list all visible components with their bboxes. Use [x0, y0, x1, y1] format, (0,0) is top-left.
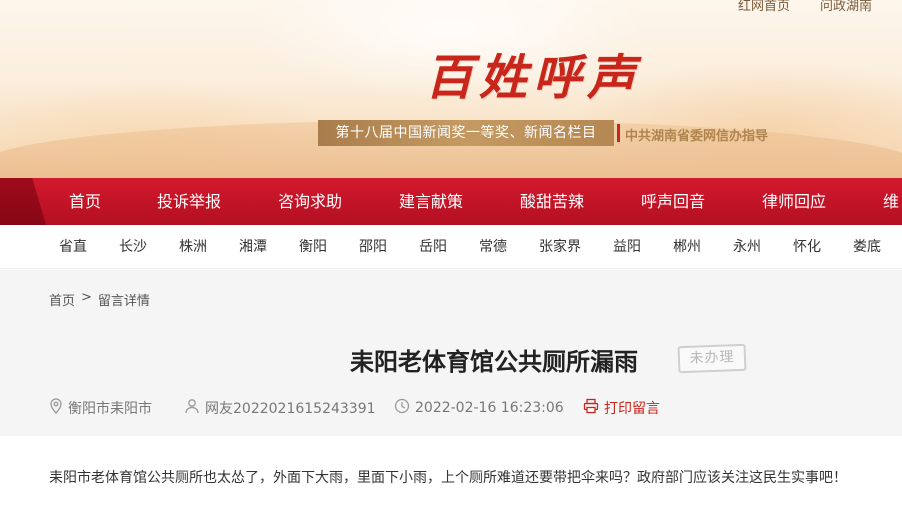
header-banner: 红网首页 问政湖南 百姓呼声 第十八届中国新闻奖一等奖、新闻名栏目 中共湖南省委… — [0, 0, 902, 178]
location-pin-icon — [49, 398, 63, 418]
region-item[interactable]: 岳阳 — [419, 225, 447, 269]
award-divider — [617, 124, 620, 142]
user-icon — [184, 398, 200, 418]
region-item[interactable]: 张家界 — [539, 225, 581, 269]
print-button[interactable]: 打印留言 — [583, 398, 660, 418]
print-label: 打印留言 — [604, 401, 660, 417]
nav-item-lawyer[interactable]: 律师回应 — [762, 178, 826, 225]
breadcrumb-separator: > — [81, 290, 92, 305]
nav-item-home[interactable]: 首页 — [69, 178, 101, 225]
region-item[interactable]: 永州 — [733, 225, 761, 269]
award-ribbon: 第十八届中国新闻奖一等奖、新闻名栏目 — [318, 120, 614, 146]
post-time: 2022-02-16 16:23:06 — [394, 398, 564, 418]
region-item[interactable]: 株洲 — [179, 225, 207, 269]
region-item[interactable]: 怀化 — [793, 225, 821, 269]
nav-item-life[interactable]: 酸甜苦辣 — [520, 178, 584, 225]
region-item[interactable]: 常德 — [479, 225, 507, 269]
location-text: 衡阳市耒阳市 — [68, 401, 152, 417]
top-link-home[interactable]: 红网首页 — [738, 0, 790, 14]
award-guidance-note: 中共湖南省委网信办指导 — [625, 129, 769, 144]
region-item[interactable]: 省直 — [59, 225, 87, 269]
post-author: 网友2022021615243391 — [184, 398, 376, 418]
nav-item-suggestion[interactable]: 建言献策 — [399, 178, 463, 225]
printer-icon — [583, 398, 599, 418]
post-location: 衡阳市耒阳市 — [49, 398, 152, 418]
breadcrumb: 首页 > 留言详情 — [49, 290, 150, 309]
top-link-wenzheng[interactable]: 问政湖南 — [820, 0, 872, 14]
nav-item-echo[interactable]: 呼声回音 — [641, 178, 705, 225]
post-content: 耒阳市老体育馆公共厕所也太怂了，外面下大雨，里面下小雨，上个厕所难道还要带把伞来… — [49, 470, 847, 486]
region-item[interactable]: 长沙 — [119, 225, 147, 269]
region-item[interactable]: 益阳 — [613, 225, 641, 269]
nav-item-consult[interactable]: 咨询求助 — [278, 178, 342, 225]
site-logo-title[interactable]: 百姓呼声 — [425, 38, 641, 108]
nav-item-complaint[interactable]: 投诉举报 — [157, 178, 221, 225]
region-item[interactable]: 湘潭 — [239, 225, 267, 269]
post-title: 耒阳老体育馆公共厕所漏雨 — [350, 348, 638, 376]
breadcrumb-home[interactable]: 首页 — [49, 290, 75, 309]
region-item[interactable]: 邵阳 — [359, 225, 387, 269]
region-item[interactable]: 衡阳 — [299, 225, 327, 269]
author-text: 网友2022021615243391 — [205, 401, 376, 417]
top-links: 红网首页 问政湖南 — [738, 0, 872, 14]
nav-item-more[interactable]: 维 — [883, 178, 899, 225]
region-item[interactable]: 郴州 — [673, 225, 701, 269]
clock-icon — [394, 398, 410, 418]
breadcrumb-current: 留言详情 — [97, 294, 150, 309]
time-text: 2022-02-16 16:23:06 — [415, 400, 564, 416]
region-item[interactable]: 娄底 — [853, 225, 881, 269]
status-badge: 未办理 — [677, 343, 747, 374]
region-nav: 省直 长沙 株洲 湘潭 衡阳 邵阳 岳阳 常德 张家界 益阳 郴州 永州 怀化 … — [0, 225, 902, 269]
